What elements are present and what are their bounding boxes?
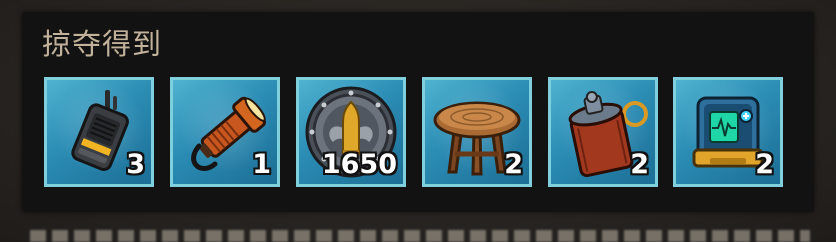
item-count: 1650	[321, 149, 397, 180]
loot-item-wooden-stool[interactable]: 2	[422, 77, 532, 187]
cut-off-text-row	[30, 230, 810, 242]
item-count: 1	[252, 149, 271, 180]
loot-item-bullet-shield[interactable]: 1650	[296, 77, 406, 187]
item-count: 2	[504, 149, 523, 180]
item-count: 3	[126, 149, 145, 180]
loot-item-walkie-talkie[interactable]: 3	[44, 77, 154, 187]
loot-item-medical-device[interactable]: 2	[673, 77, 783, 187]
loot-item-canister-grenade[interactable]: 2	[548, 77, 658, 187]
loot-item-flashlight[interactable]: 1	[170, 77, 280, 187]
panel-title: 掠夺得到	[42, 27, 163, 61]
item-count: 2	[755, 149, 774, 180]
item-count: 2	[630, 149, 649, 180]
